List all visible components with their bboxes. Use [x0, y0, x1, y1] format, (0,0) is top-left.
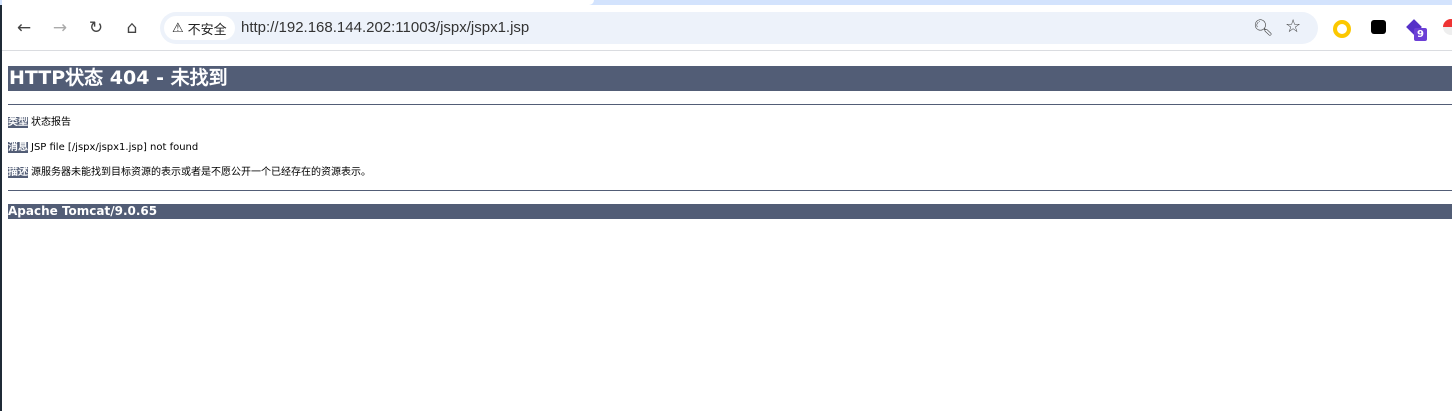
divider — [8, 104, 1452, 105]
row-value: JSP file [/jspx/jspx1.jsp] not found — [31, 142, 199, 153]
warning-icon: ⚠ — [172, 20, 184, 36]
page-title: HTTP状态 404 - 未找到 — [8, 66, 1452, 91]
row-label: 消息 — [8, 142, 28, 153]
forward-icon[interactable]: → — [46, 14, 74, 42]
bookmark-star-icon[interactable]: ☆ — [1285, 16, 1301, 37]
divider — [8, 190, 1452, 191]
zoom-icon[interactable]: 🔍︎ — [1253, 18, 1273, 37]
type-row: 类型 状态报告 — [8, 116, 71, 129]
home-icon[interactable]: ⌂ — [118, 14, 146, 42]
row-label: 类型 — [8, 117, 28, 128]
extension-glasses-icon[interactable] — [1371, 20, 1386, 34]
browser-toolbar: ← → ↻ ⌂ ⚠ 不安全 http://192.168.144.202:110… — [2, 5, 1452, 51]
server-footer: Apache Tomcat/9.0.65 — [8, 204, 1452, 219]
url-text[interactable]: http://192.168.144.202:11003/jspx/jspx1.… — [241, 19, 529, 36]
window-edge — [0, 0, 2, 411]
extension-ring-icon[interactable] — [1333, 20, 1351, 38]
reload-icon[interactable]: ↻ — [82, 14, 110, 42]
security-label: 不安全 — [187, 22, 227, 38]
extension-badge: 9 — [1414, 28, 1427, 41]
description-row: 描述 源服务器未能找到目标资源的表示或者是不愿公开一个已经存在的资源表示。 — [8, 166, 371, 179]
row-value: 源服务器未能找到目标资源的表示或者是不愿公开一个已经存在的资源表示。 — [31, 167, 371, 178]
row-label: 描述 — [8, 167, 28, 178]
message-row: 消息 JSP file [/jspx/jspx1.jsp] not found — [8, 141, 198, 154]
security-chip[interactable]: ⚠ 不安全 — [164, 16, 235, 40]
extension-pokeball-icon[interactable] — [1443, 19, 1452, 35]
back-icon[interactable]: ← — [10, 14, 38, 42]
row-value: 状态报告 — [31, 117, 71, 128]
address-bar[interactable]: ⚠ 不安全 http://192.168.144.202:11003/jspx/… — [160, 12, 1318, 44]
